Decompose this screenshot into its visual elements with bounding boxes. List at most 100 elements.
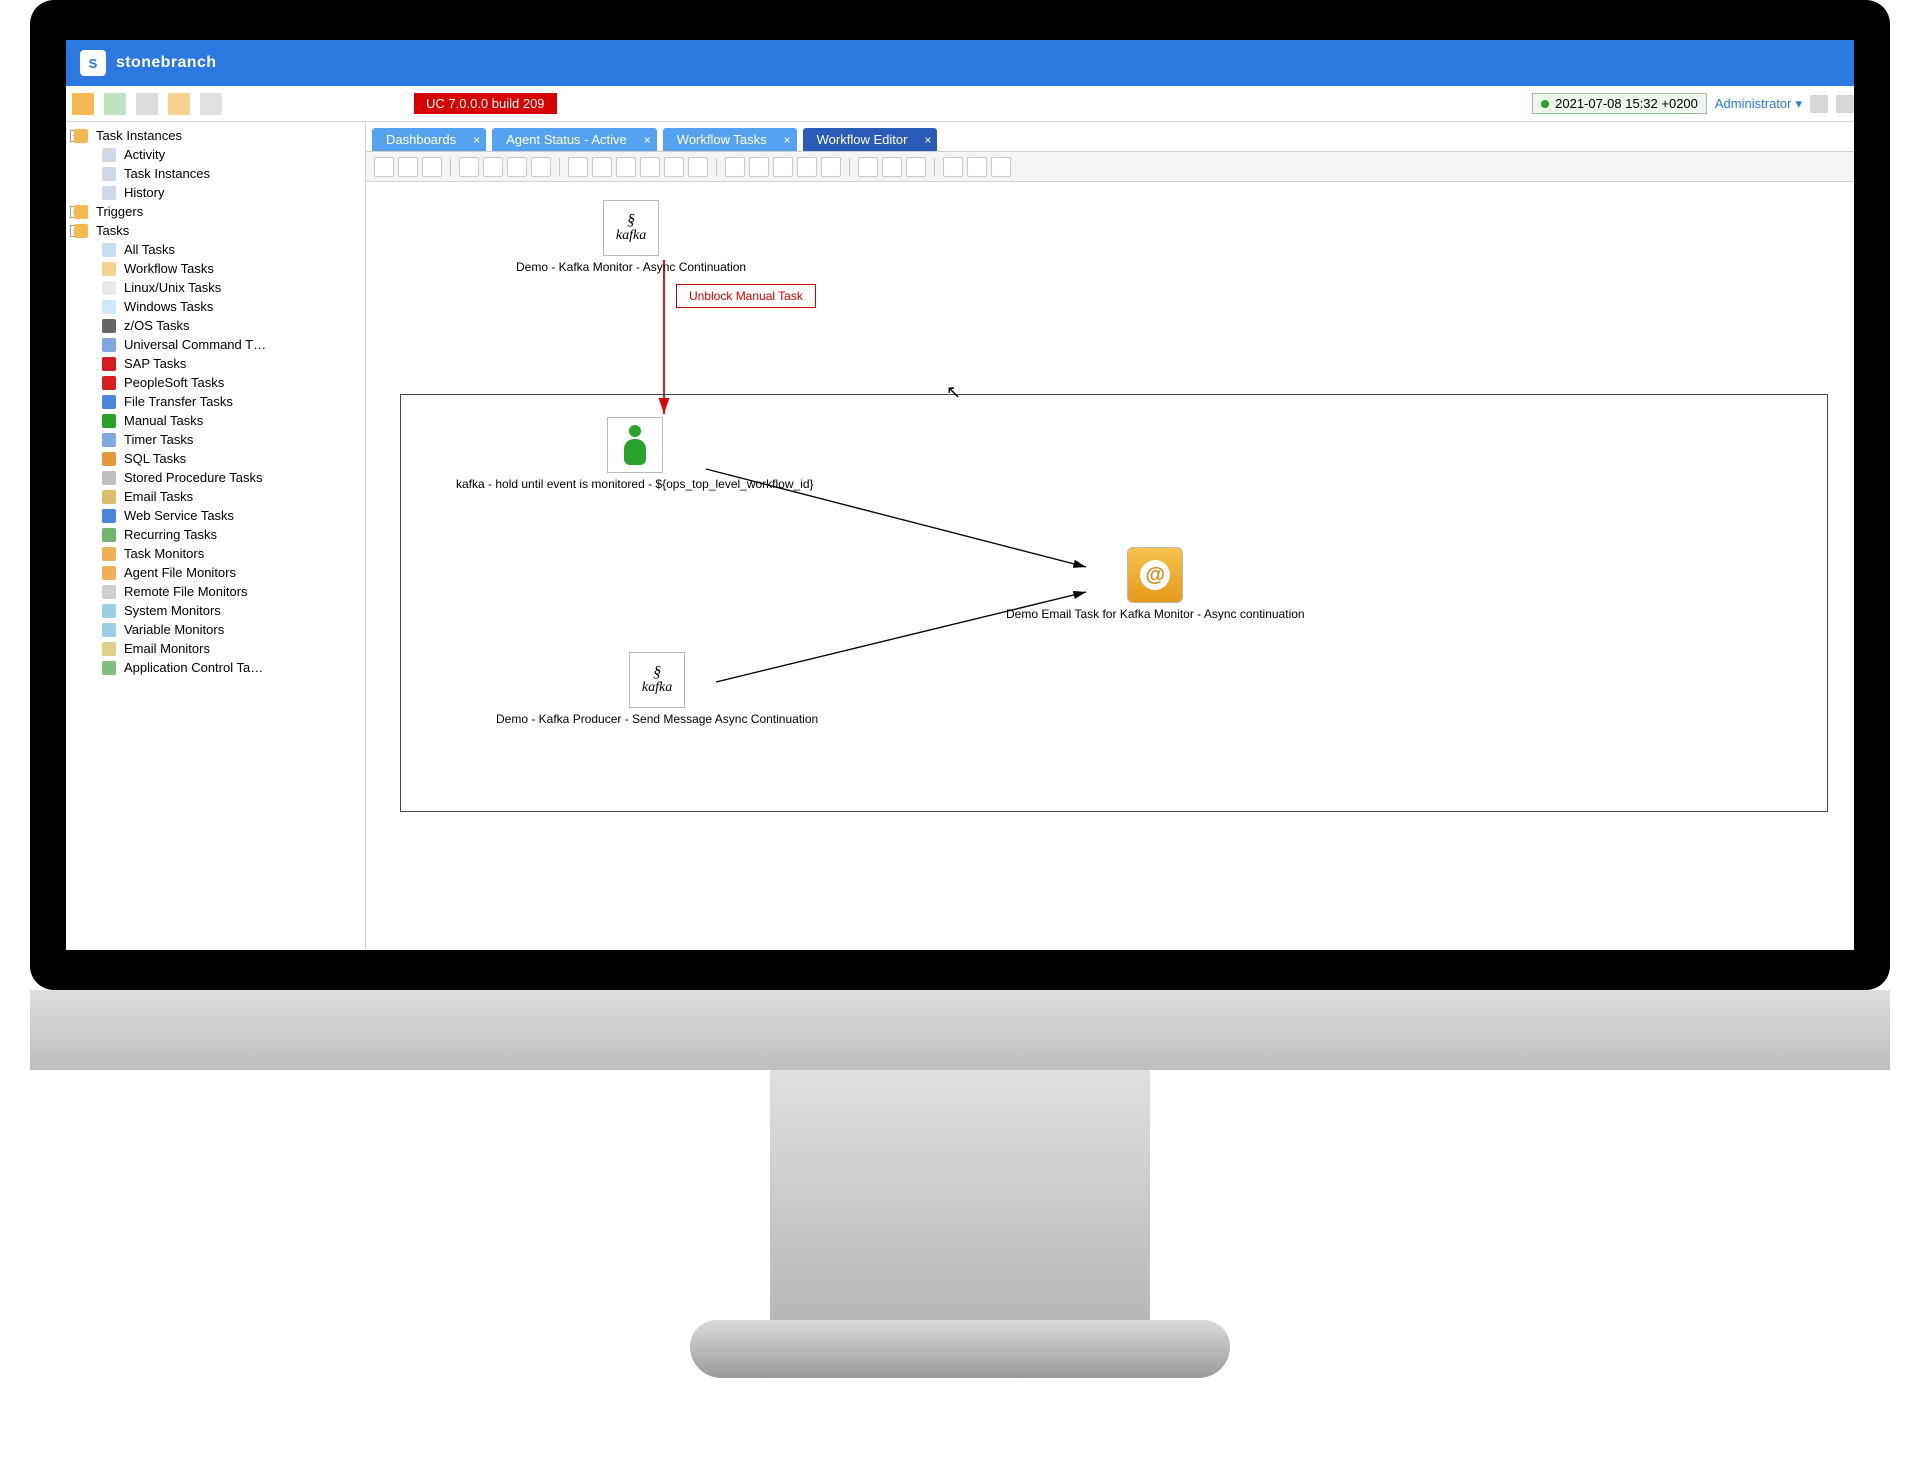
tree-item-icon: [102, 623, 116, 637]
tree-item[interactable]: Activity: [66, 145, 365, 164]
toolbar-btn-save[interactable]: [398, 157, 418, 177]
tree-item[interactable]: Workflow Tasks: [66, 259, 365, 278]
tree-item[interactable]: Linux/Unix Tasks: [66, 278, 365, 297]
tab-close-icon[interactable]: ×: [644, 133, 651, 147]
nav-icon-3[interactable]: [136, 93, 158, 115]
content-tab[interactable]: Workflow Editor ×: [803, 128, 938, 151]
tree-folder[interactable]: −Task Instances: [66, 126, 365, 145]
tree-item[interactable]: All Tasks: [66, 240, 365, 259]
tree-item[interactable]: Stored Procedure Tasks: [66, 468, 365, 487]
workflow-canvas[interactable]: § kafka Demo - Kafka Monitor - Async Con…: [366, 182, 1854, 950]
toolbar-btn-redo[interactable]: [592, 157, 612, 177]
toolbar-btn-layout-1[interactable]: [858, 157, 878, 177]
toolbar-btn-zoom-sel[interactable]: [821, 157, 841, 177]
nav-icon-2[interactable]: [104, 93, 126, 115]
brand-title: stonebranch: [116, 54, 216, 72]
toolbar-btn-cut[interactable]: [616, 157, 636, 177]
tree-item[interactable]: Windows Tasks: [66, 297, 365, 316]
tree-item[interactable]: Agent File Monitors: [66, 563, 365, 582]
tab-label: Workflow Editor: [817, 132, 908, 147]
toolbar-btn-up[interactable]: [374, 157, 394, 177]
monitor-bezel: S stonebranch UC 7.0.0.0 build 209: [30, 0, 1890, 990]
toolbar-btn-zoom-actual[interactable]: [797, 157, 817, 177]
tree-item-label: Tasks: [96, 223, 129, 238]
tree-folder[interactable]: +Triggers: [66, 202, 365, 221]
toolbar-btn-undo[interactable]: [568, 157, 588, 177]
tab-label: Dashboards: [386, 132, 456, 147]
nav-icon-1[interactable]: [72, 93, 94, 115]
tree-item-icon: [102, 376, 116, 390]
tree-item[interactable]: Variable Monitors: [66, 620, 365, 639]
tree-item[interactable]: File Transfer Tasks: [66, 392, 365, 411]
tree-item-icon: [102, 357, 116, 371]
tree-folder[interactable]: −Tasks: [66, 221, 365, 240]
tree-item-icon: [74, 224, 88, 238]
content-tab[interactable]: Agent Status - Active×: [492, 128, 657, 151]
tree-item[interactable]: Email Monitors: [66, 639, 365, 658]
toolbar-btn-delete[interactable]: [688, 157, 708, 177]
tree-item[interactable]: History: [66, 183, 365, 202]
tree-item[interactable]: Application Control Ta…: [66, 658, 365, 677]
toolbar-btn-paste[interactable]: [664, 157, 684, 177]
settings-gear-icon[interactable]: [200, 93, 222, 115]
toolbar-btn-extra-1[interactable]: [943, 157, 963, 177]
header-action-icon-1[interactable]: [1810, 95, 1828, 113]
tree-item-label: Linux/Unix Tasks: [124, 280, 221, 295]
tree-item-label: Email Tasks: [124, 489, 193, 504]
tree-item[interactable]: PeopleSoft Tasks: [66, 373, 365, 392]
tree-item[interactable]: Task Monitors: [66, 544, 365, 563]
toolbar-btn-pointer[interactable]: [459, 157, 479, 177]
toolbar-btn-extra-2[interactable]: [967, 157, 987, 177]
tree-item-icon: [102, 395, 116, 409]
tree-item[interactable]: Email Tasks: [66, 487, 365, 506]
edge-label-unblock: Unblock Manual Task: [676, 284, 816, 308]
screen: S stonebranch UC 7.0.0.0 build 209: [66, 40, 1854, 950]
header-action-icon-2[interactable]: [1836, 95, 1854, 113]
toolbar-btn-layout-2[interactable]: [882, 157, 902, 177]
tab-row: Dashboards×Agent Status - Active×Workflo…: [366, 122, 1854, 152]
toolbar-btn-copy[interactable]: [640, 157, 660, 177]
tree-item-icon: [102, 300, 116, 314]
tree-item-icon: [74, 205, 88, 219]
nav-icon-4[interactable]: [168, 93, 190, 115]
toolbar-btn-zoom-out[interactable]: [749, 157, 769, 177]
tree-item[interactable]: System Monitors: [66, 601, 365, 620]
toolbar-btn-curve[interactable]: [531, 157, 551, 177]
tree-item-icon: [102, 585, 116, 599]
toolbar-btn-print[interactable]: [422, 157, 442, 177]
device-frame: S stonebranch UC 7.0.0.0 build 209: [30, 0, 1890, 1475]
tree-item[interactable]: Timer Tasks: [66, 430, 365, 449]
tree-item[interactable]: Task Instances: [66, 164, 365, 183]
content-tab[interactable]: Dashboards ×: [372, 128, 486, 151]
tab-close-icon[interactable]: ×: [473, 133, 480, 147]
tree-item-icon: [102, 186, 116, 200]
toolbar-btn-line[interactable]: [507, 157, 527, 177]
node-kafka-monitor[interactable]: § kafka Demo - Kafka Monitor - Async Con…: [516, 200, 746, 274]
tree-item[interactable]: Recurring Tasks: [66, 525, 365, 544]
tree-item[interactable]: z/OS Tasks: [66, 316, 365, 335]
nav-tree[interactable]: −Task InstancesActivityTask InstancesHis…: [66, 122, 366, 950]
tree-item-label: Task Instances: [96, 128, 182, 143]
content-tab[interactable]: Workflow Tasks×: [663, 128, 797, 151]
tab-close-icon[interactable]: ×: [784, 133, 791, 147]
tree-item-icon: [102, 148, 116, 162]
tab-close-icon[interactable]: ×: [924, 133, 931, 147]
logo-icon: S: [80, 50, 106, 76]
tree-item-label: File Transfer Tasks: [124, 394, 233, 409]
tree-item-label: Triggers: [96, 204, 143, 219]
toolbar-btn-zoom-fit[interactable]: [773, 157, 793, 177]
tree-item[interactable]: Manual Tasks: [66, 411, 365, 430]
toolbar-btn-extra-3[interactable]: [991, 157, 1011, 177]
user-menu[interactable]: Administrator ▾: [1715, 96, 1802, 112]
canvas-viewport-frame: [400, 394, 1828, 812]
toolbar-btn-connect[interactable]: [483, 157, 503, 177]
tree-item-icon: [102, 566, 116, 580]
toolbar-btn-zoom-in[interactable]: [725, 157, 745, 177]
tree-item[interactable]: SAP Tasks: [66, 354, 365, 373]
tree-item[interactable]: Universal Command T…: [66, 335, 365, 354]
toolbar-btn-layout-3[interactable]: [906, 157, 926, 177]
tree-item[interactable]: SQL Tasks: [66, 449, 365, 468]
tree-item[interactable]: Web Service Tasks: [66, 506, 365, 525]
body-row: −Task InstancesActivityTask InstancesHis…: [66, 122, 1854, 950]
tree-item[interactable]: Remote File Monitors: [66, 582, 365, 601]
